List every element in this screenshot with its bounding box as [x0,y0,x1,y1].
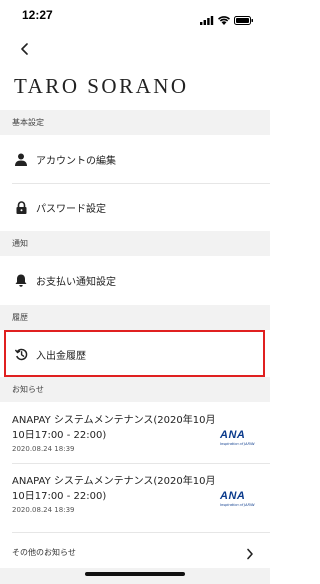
payment-notification-label: お支払い通知設定 [36,276,116,288]
back-button[interactable] [14,38,36,60]
section-title-basic: 基本設定 [12,118,44,127]
user-name: TARO SORANO [14,74,189,98]
divider [12,532,270,533]
ana-logo-text: ANA [220,429,246,441]
section-header-notifications: 通知 [0,231,270,256]
ana-logo-tagline: Inspiration of JAPAN [220,442,255,446]
section-title-history: 履歴 [12,313,28,322]
lock-icon [14,200,28,214]
more-news-link[interactable]: その他のお知らせ [0,538,270,568]
password-settings-item[interactable]: パスワード設定 [0,183,270,231]
account-edit-item[interactable]: アカウントの編集 [0,135,270,183]
section-title-notifications: 通知 [12,239,28,248]
more-news-label: その他のお知らせ [12,548,76,557]
deposit-withdrawal-history-item[interactable]: 入出金履歴 [0,330,270,378]
wifi-icon [218,10,230,29]
ana-logo-tagline: Inspiration of JAPAN [220,503,255,507]
section-header-history: 履歴 [0,305,270,330]
news-title: ANAPAY システムメンテナンス(2020年10月10日17:00 - 22:… [12,476,216,502]
deposit-withdrawal-history-label: 入出金履歴 [36,350,86,362]
news-title: ANAPAY システムメンテナンス(2020年10月10日17:00 - 22:… [12,415,216,441]
bottom-safe-area [0,568,270,584]
news-item[interactable]: ANAPAY システムメンテナンス(2020年10月10日17:00 - 22:… [0,474,270,548]
bell-icon [14,273,28,287]
history-icon [14,347,28,361]
section-header-basic: 基本設定 [0,110,270,135]
divider [12,463,270,464]
chevron-right-icon [246,545,254,564]
news-date: 2020.08.24 18:39 [12,506,75,514]
ana-logo-text: ANA [220,490,246,502]
ana-logo: ANA Inspiration of JAPAN [220,429,256,451]
status-bar: 12:27 [0,0,270,30]
status-icons [200,10,254,29]
section-title-news: お知らせ [12,385,44,394]
ana-logo: ANA Inspiration of JAPAN [220,490,256,512]
signal-icon [200,10,214,29]
chevron-left-icon [20,40,30,59]
account-edit-label: アカウントの編集 [36,155,116,167]
person-icon [14,152,28,166]
payment-notification-item[interactable]: お支払い通知設定 [0,256,270,304]
home-indicator [85,572,185,576]
status-time: 12:27 [22,8,53,22]
password-settings-label: パスワード設定 [36,203,106,215]
section-header-news: お知らせ [0,377,270,402]
battery-icon [234,10,254,29]
news-date: 2020.08.24 18:39 [12,445,75,453]
